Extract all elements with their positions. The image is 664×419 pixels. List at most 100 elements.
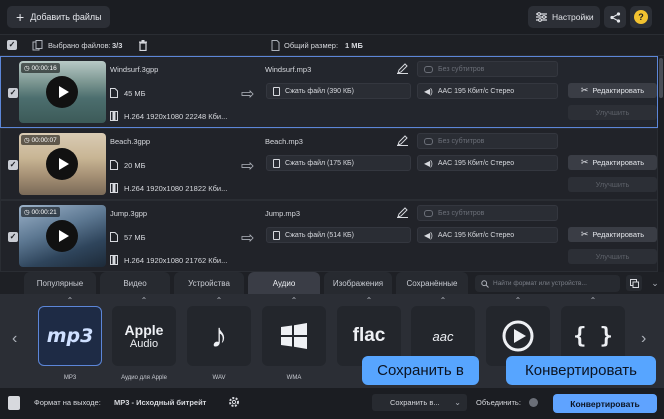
add-files-label: Добавить файлы [30,12,102,22]
chevron-up-icon[interactable]: ⌃ [112,296,176,305]
play-icon[interactable] [46,220,78,252]
pencil-icon[interactable] [397,63,408,74]
total-size-label: Общий размер: [284,41,339,50]
tab-images[interactable]: Изображения [324,272,392,294]
play-icon[interactable] [46,76,78,108]
trash-icon[interactable] [138,40,148,51]
video-thumbnail[interactable]: ◷ 00:00:07 [19,133,106,195]
help-button[interactable]: ? [630,6,652,28]
list-scrollbar[interactable] [658,56,664,272]
edit-button[interactable]: ✂ Редактировать [568,227,657,242]
tab-video[interactable]: Видео [100,272,170,294]
subtitles-label: Без субтитров [438,209,485,217]
audio-dropdown[interactable]: ◀) AAC 195 Кбит/с Стерео [417,83,558,99]
save-to-dropdown[interactable]: Сохранить в... ⌄ [372,394,467,411]
format-tab-bar: Популярные Видео Устройства Аудио Изобра… [0,272,664,294]
compress-dropdown[interactable]: Сжать файл (390 КБ) [266,83,411,99]
tab-label: Сохранённые [406,278,458,288]
add-files-button[interactable]: + Добавить файлы [7,6,110,28]
audio-dropdown[interactable]: ◀) AAC 195 Кбит/с Стерео [417,155,558,171]
pencil-icon[interactable] [397,135,408,146]
chevron-up-icon[interactable]: ⌃ [561,296,625,305]
tab-saved[interactable]: Сохранённые [396,272,468,294]
format-label: WAV [212,375,226,381]
compress-dropdown[interactable]: Сжать файл (514 КБ) [266,227,411,243]
file-row[interactable]: ✓ ◷ 00:00:07 Beach.3gpp 20 МБ H.264 1920… [0,128,658,200]
enhance-button[interactable]: Улучшить [568,105,657,120]
tab-label: Изображения [332,278,384,288]
enhance-button[interactable]: Улучшить [568,249,657,264]
chevron-down-icon: ⌄ [454,398,461,407]
tab-audio[interactable]: Аудио [248,272,320,294]
convert-label: Конвертировать [570,398,640,409]
source-file-name: Jump.3gpp [110,209,148,218]
save-to-callout: Сохранить в [362,356,479,385]
chevron-up-icon[interactable]: ⌃ [187,296,251,305]
chevron-up-icon[interactable]: ⌃ [38,296,102,305]
file-row[interactable]: ✓ ◷ 00:00:21 Jump.3gpp 57 МБ H.264 1920x… [0,200,658,272]
output-file-name[interactable]: Jump.mp3 [265,209,300,218]
format-search-field[interactable]: Найти формат или устройств... [475,275,620,292]
format-mp3[interactable]: mp3 [38,306,102,366]
chevron-up-icon[interactable]: ⌃ [262,296,326,305]
clock-icon: ◷ [24,137,30,144]
source-file-name: Beach.3gpp [110,137,151,146]
play-circle-icon [502,320,534,352]
convert-callout-text: Конвертировать [525,362,637,379]
output-file-name[interactable]: Beach.mp3 [265,137,303,146]
play-icon[interactable] [46,148,78,180]
tab-devices[interactable]: Устройства [174,272,244,294]
edit-button[interactable]: ✂ Редактировать [568,83,657,98]
enhance-button[interactable]: Улучшить [568,177,657,192]
tab-label: Популярные [36,278,84,288]
pencil-icon[interactable] [397,207,408,218]
edit-label: Редактировать [592,158,645,167]
tab-popular[interactable]: Популярные [24,272,96,294]
help-icon: ? [634,10,648,24]
chevron-up-icon[interactable]: ⌃ [486,296,550,305]
subtitles-dropdown[interactable]: Без субтитров [417,61,558,77]
file-checkbox[interactable]: ✓ [8,88,18,98]
clock-icon: ◷ [24,65,30,72]
collapse-panel-button[interactable]: ⌄ [648,272,662,294]
flac-logo-icon: flac [352,325,386,346]
share-button[interactable] [604,6,626,28]
chevron-up-icon[interactable]: ⌃ [411,296,475,305]
edit-button[interactable]: ✂ Редактировать [568,155,657,170]
audio-dropdown[interactable]: ◀) AAC 195 Кбит/с Стерео [417,227,558,243]
video-thumbnail[interactable]: ◷ 00:00:21 [19,205,106,267]
video-info: H.264 1920x1080 22248 Кби... [124,112,228,121]
arrow-right-icon: ⇨ [241,230,255,247]
subtitles-dropdown[interactable]: Без субтитров [417,205,558,221]
chevron-left-icon[interactable]: ‹ [12,330,17,348]
scissors-icon: ✂ [580,157,589,167]
scrollbar-thumb[interactable] [659,58,663,98]
compress-dropdown[interactable]: Сжать файл (175 КБ) [266,155,411,171]
audio-label: AAC 195 Кбит/с Стерео [437,87,515,95]
merge-toggle[interactable] [529,398,538,407]
chevron-up-icon[interactable]: ⌃ [337,296,401,305]
source-file-size: 57 МБ [124,233,146,242]
audio-logo-text: Audio [129,338,159,350]
subtitles-label: Без субтитров [438,65,485,73]
output-format-value: MP3 - Исходный битрейт [114,398,207,407]
compress-label: Сжать файл (390 КБ) [285,87,354,95]
file-checkbox[interactable]: ✓ [8,232,18,242]
convert-button[interactable]: Конвертировать [553,394,657,413]
video-thumbnail[interactable]: ◷ 00:00:16 [19,61,106,123]
import-format-button[interactable] [626,275,642,291]
file-checkbox[interactable]: ✓ [8,160,18,170]
film-icon [110,255,118,265]
film-icon [110,111,118,121]
duration-badge: ◷ 00:00:07 [21,135,60,145]
subtitles-dropdown[interactable]: Без субтитров [417,133,558,149]
gear-icon[interactable] [228,396,240,408]
format-wma[interactable] [262,306,326,366]
output-file-name[interactable]: Windsurf.mp3 [265,65,311,74]
chevron-right-icon[interactable]: › [641,330,646,348]
select-all-checkbox[interactable]: ✓ [7,40,17,50]
settings-button[interactable]: Настройки [528,6,600,28]
format-wav[interactable]: ♪ [187,306,251,366]
format-apple-audio[interactable]: Apple Audio [112,306,176,366]
file-row[interactable]: ✓ ◷ 00:00:16 Windsurf.3gpp 45 МБ H.264 1… [0,56,658,128]
